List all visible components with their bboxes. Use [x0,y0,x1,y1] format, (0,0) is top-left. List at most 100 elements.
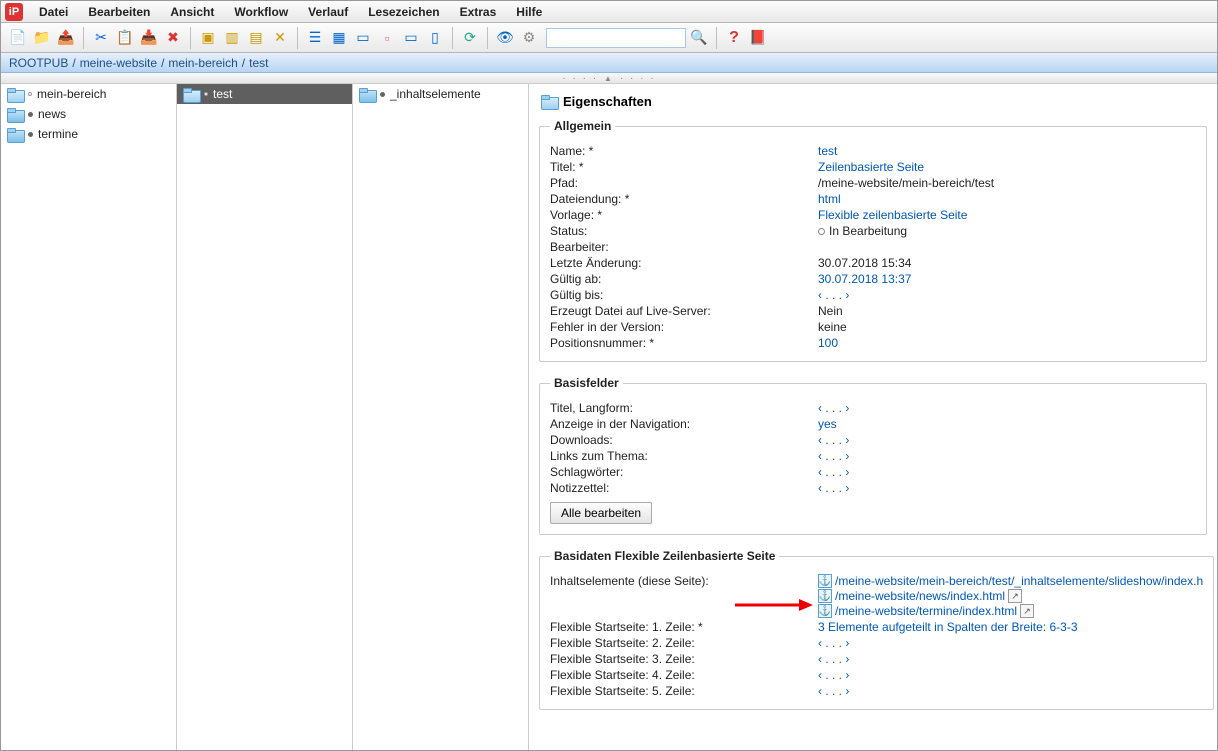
prop-row: Flexible Startseite: 1. Zeile: *3 Elemen… [550,619,1203,635]
content-link[interactable]: /meine-website/news/index.html [835,589,1005,603]
status-dot-icon [28,132,33,137]
legend-basidaten: Basidaten Flexible Zeilenbasierte Seite [550,549,779,563]
tree-label: termine [38,127,78,141]
delete-icon[interactable]: ✖ [162,27,184,49]
content-link-row: ⚓/meine-website/mein-bereich/test/_inhal… [818,574,1203,588]
tree-item-_inhaltselemente[interactable]: _inhaltselemente [353,84,528,104]
menu-bearbeiten[interactable]: Bearbeiten [78,3,160,21]
prop-label: Flexible Startseite: 5. Zeile: [550,684,818,698]
menu-extras[interactable]: Extras [450,3,507,21]
folder-icon [7,128,23,141]
breadcrumb-mein-bereich[interactable]: mein-bereich [168,56,237,70]
prop-value: keine [818,320,1196,334]
prop-value[interactable]: ‹ . . . › [818,481,1196,495]
prop-row: Positionsnummer: *100 [550,335,1196,351]
prop-row: Downloads:‹ . . . › [550,432,1196,448]
action1-icon[interactable]: ▣ [197,27,219,49]
paste-icon[interactable]: 📥 [138,27,160,49]
content-link[interactable]: /meine-website/termine/index.html [835,604,1017,618]
menu-verlauf[interactable]: Verlauf [298,3,358,21]
folder-icon [183,88,199,101]
content-link[interactable]: /meine-website/mein-bereich/test/_inhalt… [835,574,1203,588]
prop-value[interactable]: test [818,144,1196,158]
search-input[interactable] [546,28,686,48]
search-icon[interactable]: 🔍 [688,27,710,49]
edit-all-button[interactable]: Alle bearbeiten [550,502,652,524]
prop-label: Name: * [550,144,818,158]
prop-value[interactable]: ‹ . . . › [818,465,1196,479]
action4-icon[interactable]: ✕ [269,27,291,49]
copy-icon[interactable]: 📋 [114,27,136,49]
help-icon[interactable]: ? [723,27,745,49]
view-tiles-icon[interactable]: ▫ [376,27,398,49]
prop-value [818,240,1196,254]
prop-label: Gültig ab: [550,272,818,286]
view-list-icon[interactable]: ☰ [304,27,326,49]
cut-icon[interactable]: ✂ [90,27,112,49]
view-grid-icon[interactable]: ▦ [328,27,350,49]
export-icon[interactable]: 📤 [55,27,77,49]
menu-datei[interactable]: Datei [29,3,78,21]
breadcrumb-meine-website[interactable]: meine-website [80,56,157,70]
prop-value[interactable]: 100 [818,336,1196,350]
prop-label: Status: [550,224,818,238]
breadcrumb-test[interactable]: test [249,56,268,70]
prop-value: 30.07.2018 15:34 [818,256,1196,270]
tree-item-test[interactable]: test [177,84,352,104]
prop-value[interactable]: ‹ . . . › [818,668,1203,682]
prop-row: Titel: *Zeilenbasierte Seite [550,159,1196,175]
prop-value[interactable]: ‹ . . . › [818,288,1196,302]
book-icon[interactable]: 📕 [747,27,769,49]
external-link-icon[interactable]: ↗ [1020,604,1034,618]
prop-row: Status:In Bearbeitung [550,223,1196,239]
prop-row: Titel, Langform:‹ . . . › [550,400,1196,416]
prop-label: Pfad: [550,176,818,190]
tree-label: news [38,107,66,121]
view-detail-icon[interactable]: ▭ [352,27,374,49]
breadcrumb-rootpub[interactable]: ROOTPUB [9,56,68,70]
menu-hilfe[interactable]: Hilfe [506,3,552,21]
tree-item-termine[interactable]: termine [1,124,176,144]
prop-value[interactable]: 30.07.2018 13:37 [818,272,1196,286]
prop-row: Pfad:/meine-website/mein-bereich/test [550,175,1196,191]
action2-icon[interactable]: ▥ [221,27,243,49]
menu-lesezeichen[interactable]: Lesezeichen [358,3,449,21]
new-file-icon[interactable]: 📄 [7,27,29,49]
preview-icon[interactable]: 👁 [494,27,516,49]
view-cards-icon[interactable]: ▭ [400,27,422,49]
prop-value[interactable]: Zeilenbasierte Seite [818,160,1196,174]
prop-value[interactable]: ‹ . . . › [818,433,1196,447]
menu-workflow[interactable]: Workflow [224,3,298,21]
action3-icon[interactable]: ▤ [245,27,267,49]
prop-value[interactable]: yes [818,417,1196,431]
external-link-icon[interactable]: ↗ [1008,589,1022,603]
tree-item-news[interactable]: news [1,104,176,124]
prop-value[interactable]: ‹ . . . › [818,652,1203,666]
refresh-icon[interactable]: ⟳ [459,27,481,49]
view-col-icon[interactable]: ▯ [424,27,446,49]
status-dot-icon [818,228,825,235]
collapse-handle[interactable]: · · · ·▲· · · · [1,73,1217,84]
tree-item-mein-bereich[interactable]: mein-bereich [1,84,176,104]
prop-row: Fehler in der Version:keine [550,319,1196,335]
prop-label: Erzeugt Datei auf Live-Server: [550,304,818,318]
column-1: mein-bereich news termine [1,84,177,750]
menu-ansicht[interactable]: Ansicht [160,3,224,21]
prop-label: Gültig bis: [550,288,818,302]
settings-icon[interactable]: ⚙ [518,27,540,49]
new-folder-icon[interactable]: 📁 [31,27,53,49]
prop-value[interactable]: ‹ . . . › [818,636,1203,650]
prop-row: Letzte Änderung:30.07.2018 15:34 [550,255,1196,271]
prop-value[interactable]: ‹ . . . › [818,401,1196,415]
prop-row: Name: *test [550,143,1196,159]
content-link-row: ⚓/meine-website/news/index.html↗ [818,589,1203,603]
prop-value[interactable]: 3 Elemente aufgeteilt in Spalten der Bre… [818,620,1203,634]
prop-value: /meine-website/mein-bereich/test [818,176,1196,190]
menubar: iP DateiBearbeitenAnsichtWorkflowVerlauf… [1,1,1217,23]
prop-value[interactable]: ‹ . . . › [818,684,1203,698]
prop-value[interactable]: html [818,192,1196,206]
prop-value[interactable]: Flexible zeilenbasierte Seite [818,208,1196,222]
prop-label: Positionsnummer: * [550,336,818,350]
prop-value[interactable]: ‹ . . . › [818,449,1196,463]
prop-label: Flexible Startseite: 3. Zeile: [550,652,818,666]
